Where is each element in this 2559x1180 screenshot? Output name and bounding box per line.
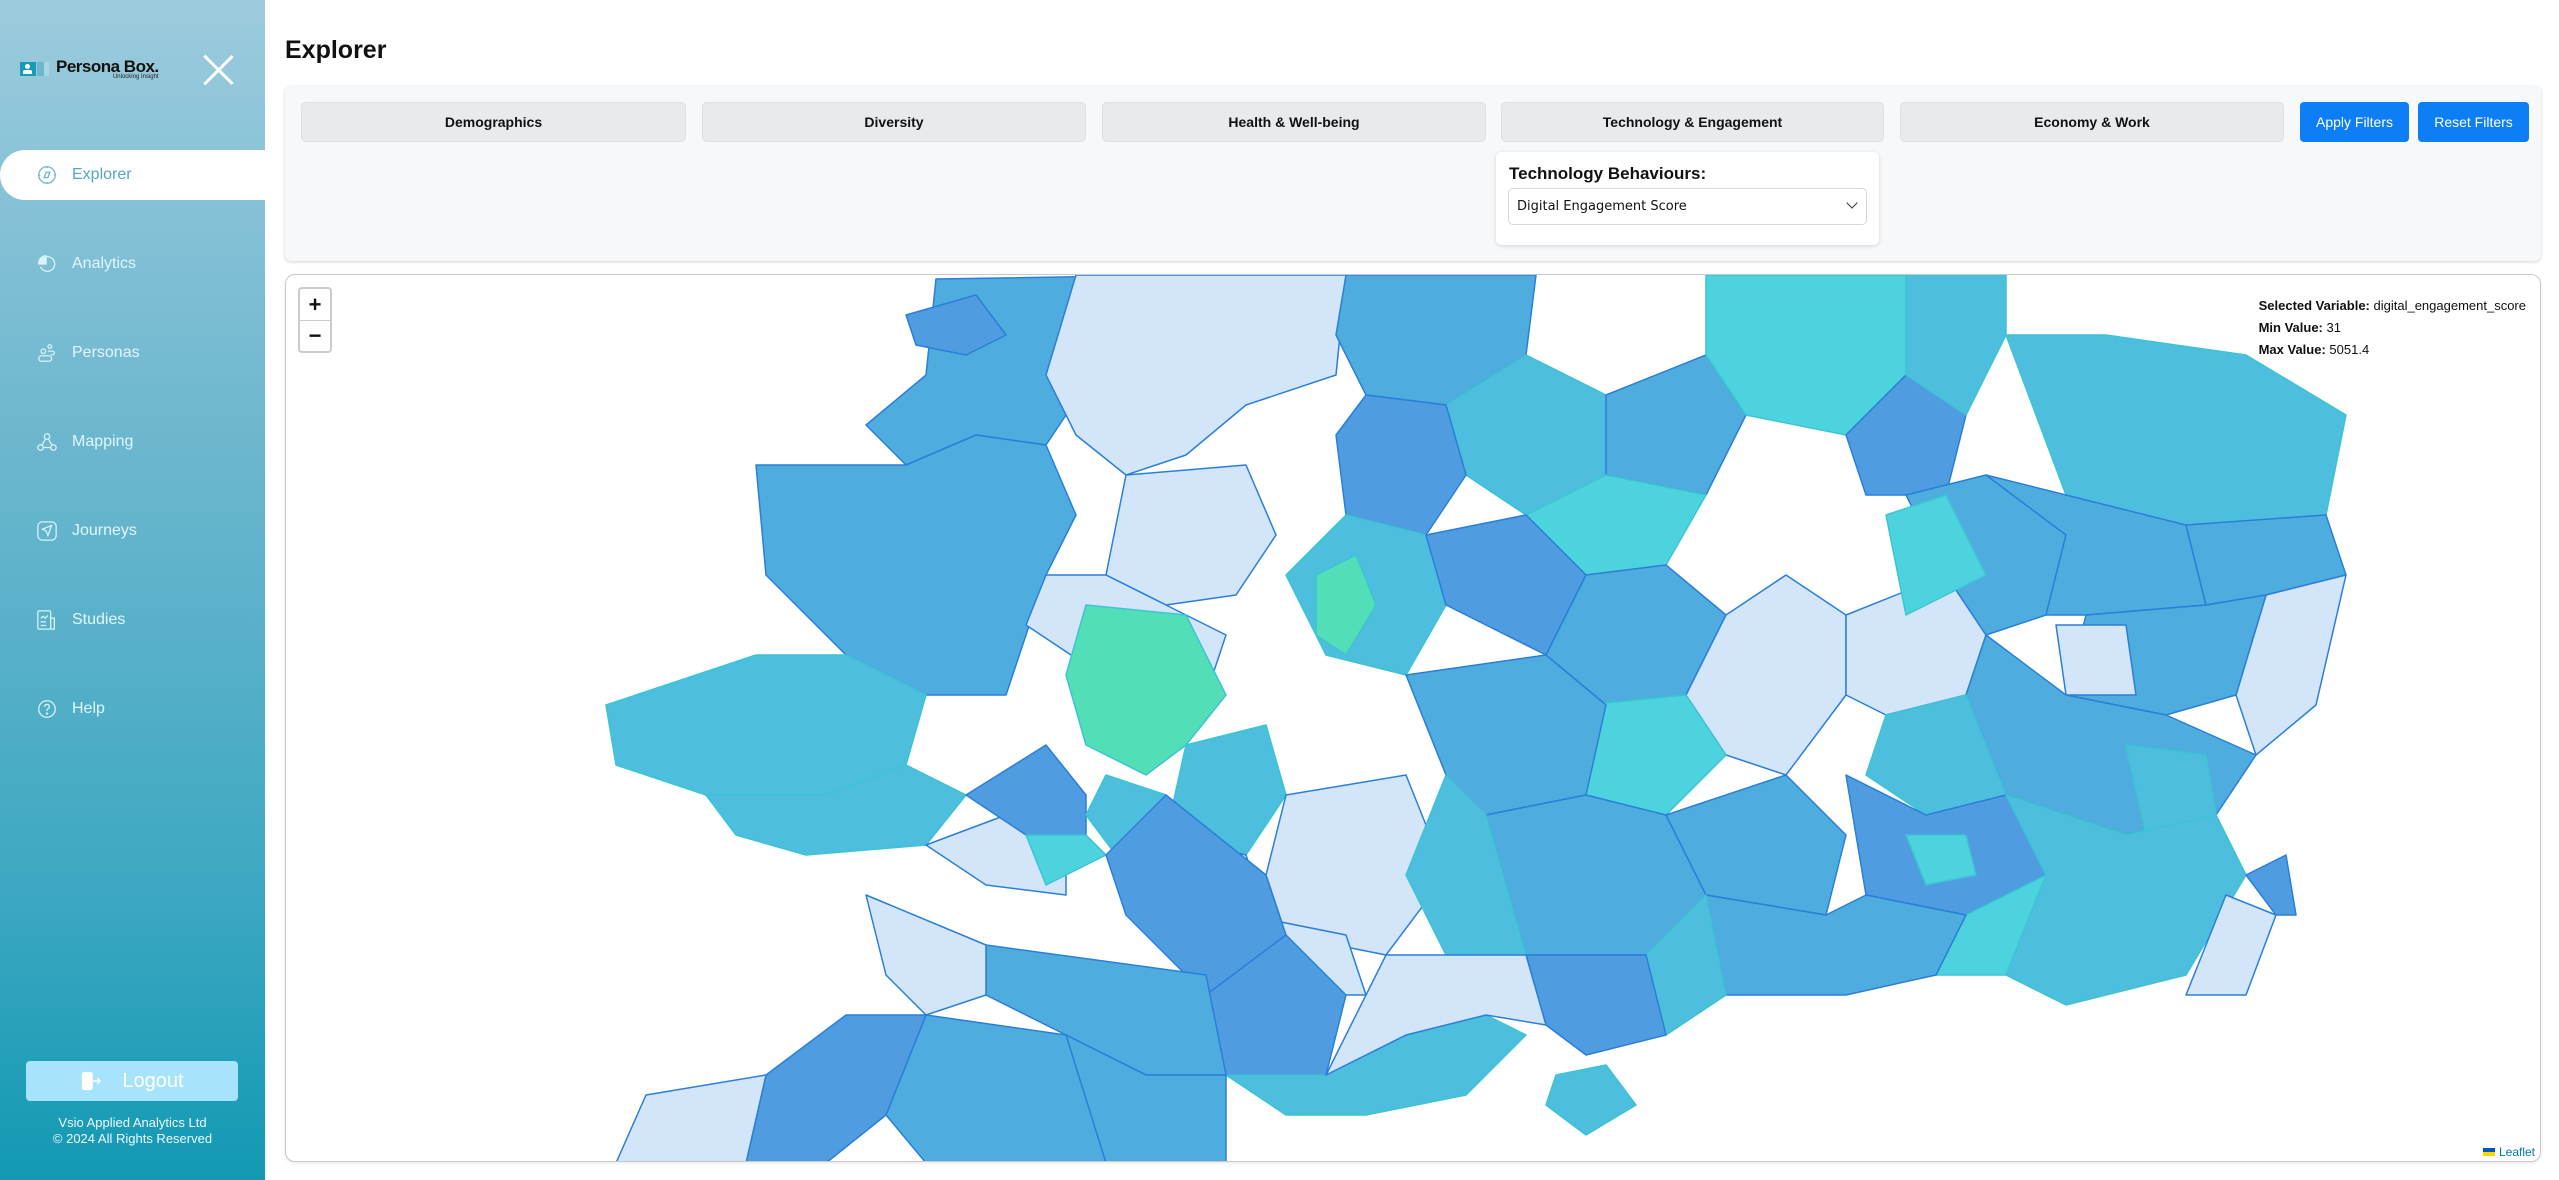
ukraine-flag-icon <box>2482 1148 2495 1156</box>
footer-copyright: © 2024 All Rights Reserved <box>52 1131 213 1146</box>
map-container[interactable]: + − Selected Variable: digital_engagemen… <box>285 274 2541 1162</box>
sidebar-item-analytics[interactable]: Analytics <box>0 239 265 289</box>
zoom-out-button[interactable]: − <box>300 320 330 351</box>
logout-label: Logout <box>122 1069 184 1092</box>
logout-icon <box>80 1070 102 1092</box>
sidebar: Persona Box. Unlocking Insight Explorer … <box>0 0 265 1180</box>
technology-behaviours-select[interactable]: Digital Engagement Score <box>1508 188 1867 225</box>
sidebar-footer: Vsio Applied Analytics Ltd © 2024 All Ri… <box>0 1115 265 1147</box>
sidebar-item-label: Mapping <box>72 433 134 450</box>
navigation-icon <box>36 520 58 542</box>
persona-box-logo-icon <box>20 59 50 79</box>
sidebar-item-mapping[interactable]: Mapping <box>0 417 265 467</box>
category-diversity[interactable]: Diversity <box>702 102 1086 142</box>
sidebar-item-label: Personas <box>72 344 140 361</box>
sidebar-item-journeys[interactable]: Journeys <box>0 506 265 556</box>
sidebar-item-label: Analytics <box>72 255 137 272</box>
category-economy-work[interactable]: Economy & Work <box>1900 102 2284 142</box>
sidebar-item-personas[interactable]: Personas <box>0 328 265 378</box>
logout-button[interactable]: Logout <box>26 1061 238 1101</box>
brand-tagline: Unlocking Insight <box>112 74 159 80</box>
map-region-sussex[interactable] <box>1705 894 1967 996</box>
max-value: 5051.4 <box>2329 342 2370 357</box>
map-region-hants-coast[interactable] <box>1525 954 1667 1056</box>
map-region-ipswich-none[interactable] <box>2055 624 2137 696</box>
leaflet-attribution[interactable]: Leaflet <box>2477 1143 2540 1161</box>
selected-variable-value: digital_engagement_score <box>2373 298 2527 313</box>
category-demographics[interactable]: Demographics <box>301 102 686 142</box>
sidebar-nav: Explorer Analytics Personas Mapping Jour… <box>0 150 265 773</box>
sidebar-item-help[interactable]: Help <box>0 684 265 734</box>
chevron-down-icon <box>1846 197 1858 209</box>
category-technology-engagement[interactable]: Technology & Engagement <box>1501 102 1884 142</box>
map-region-cheshire-none[interactable] <box>1105 464 1277 606</box>
sidebar-item-label: Explorer <box>72 166 132 183</box>
choropleth-map[interactable] <box>286 275 2541 1162</box>
sidebar-item-label: Journeys <box>72 522 137 539</box>
footer-company: Vsio Applied Analytics Ltd <box>58 1115 207 1130</box>
max-value-label: Max Value: <box>2258 342 2326 357</box>
sidebar-item-explorer[interactable]: Explorer <box>0 150 265 200</box>
map-region-cornwall-none[interactable] <box>616 1074 767 1162</box>
category-health-wellbeing[interactable]: Health & Well-being <box>1102 102 1486 142</box>
apply-filters-button[interactable]: Apply Filters <box>2300 102 2409 142</box>
brand-logo[interactable]: Persona Box. Unlocking Insight <box>20 58 159 80</box>
min-value-label: Min Value: <box>2258 320 2323 335</box>
pie-chart-icon <box>36 253 58 275</box>
map-region-wales-west[interactable] <box>605 654 927 796</box>
zoom-control: + − <box>298 287 332 353</box>
map-region-shropshire-none[interactable] <box>1045 275 1347 476</box>
sidebar-item-label: Help <box>72 700 105 717</box>
people-icon <box>36 342 58 364</box>
network-icon <box>36 431 58 453</box>
reset-filters-button[interactable]: Reset Filters <box>2418 102 2529 142</box>
filter-panel: Demographics Diversity Health & Well-bei… <box>285 86 2541 261</box>
selected-variable-label: Selected Variable: <box>2258 298 2370 313</box>
zoom-in-button[interactable]: + <box>300 289 330 320</box>
sidebar-item-studies[interactable]: Studies <box>0 595 265 645</box>
attribution-link[interactable]: Leaflet <box>2499 1145 2535 1159</box>
map-info-box: Selected Variable: digital_engagement_sc… <box>2259 295 2526 361</box>
map-region-iow[interactable] <box>1545 1064 1637 1136</box>
map-region-wales-valleys[interactable] <box>965 744 1087 836</box>
sidebar-item-label: Studies <box>72 611 126 628</box>
min-value: 31 <box>2326 320 2341 335</box>
selected-option: Digital Engagement Score <box>1517 199 1687 214</box>
close-sidebar-button[interactable] <box>200 52 236 88</box>
technology-behaviours-label: Technology Behaviours: <box>1509 164 1707 183</box>
technology-behaviours-card: Technology Behaviours: Digital Engagemen… <box>1496 152 1879 245</box>
help-circle-icon <box>36 698 58 720</box>
page-title: Explorer <box>285 36 387 64</box>
document-chart-icon <box>36 609 58 631</box>
map-region-midlands-a[interactable] <box>1335 394 1467 536</box>
compass-icon <box>36 164 58 186</box>
map-region-devon-north[interactable] <box>865 894 987 1016</box>
